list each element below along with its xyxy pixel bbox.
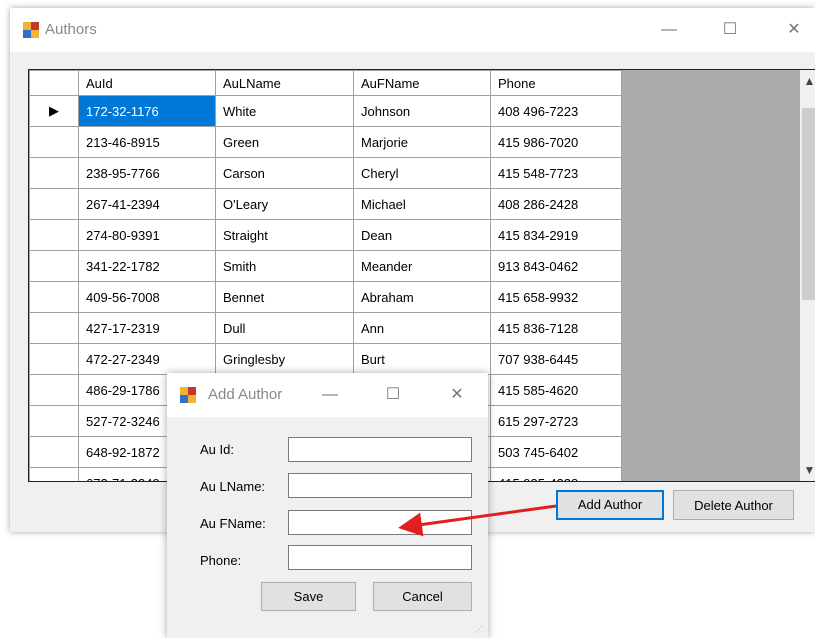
annotation-arrow <box>398 504 557 537</box>
